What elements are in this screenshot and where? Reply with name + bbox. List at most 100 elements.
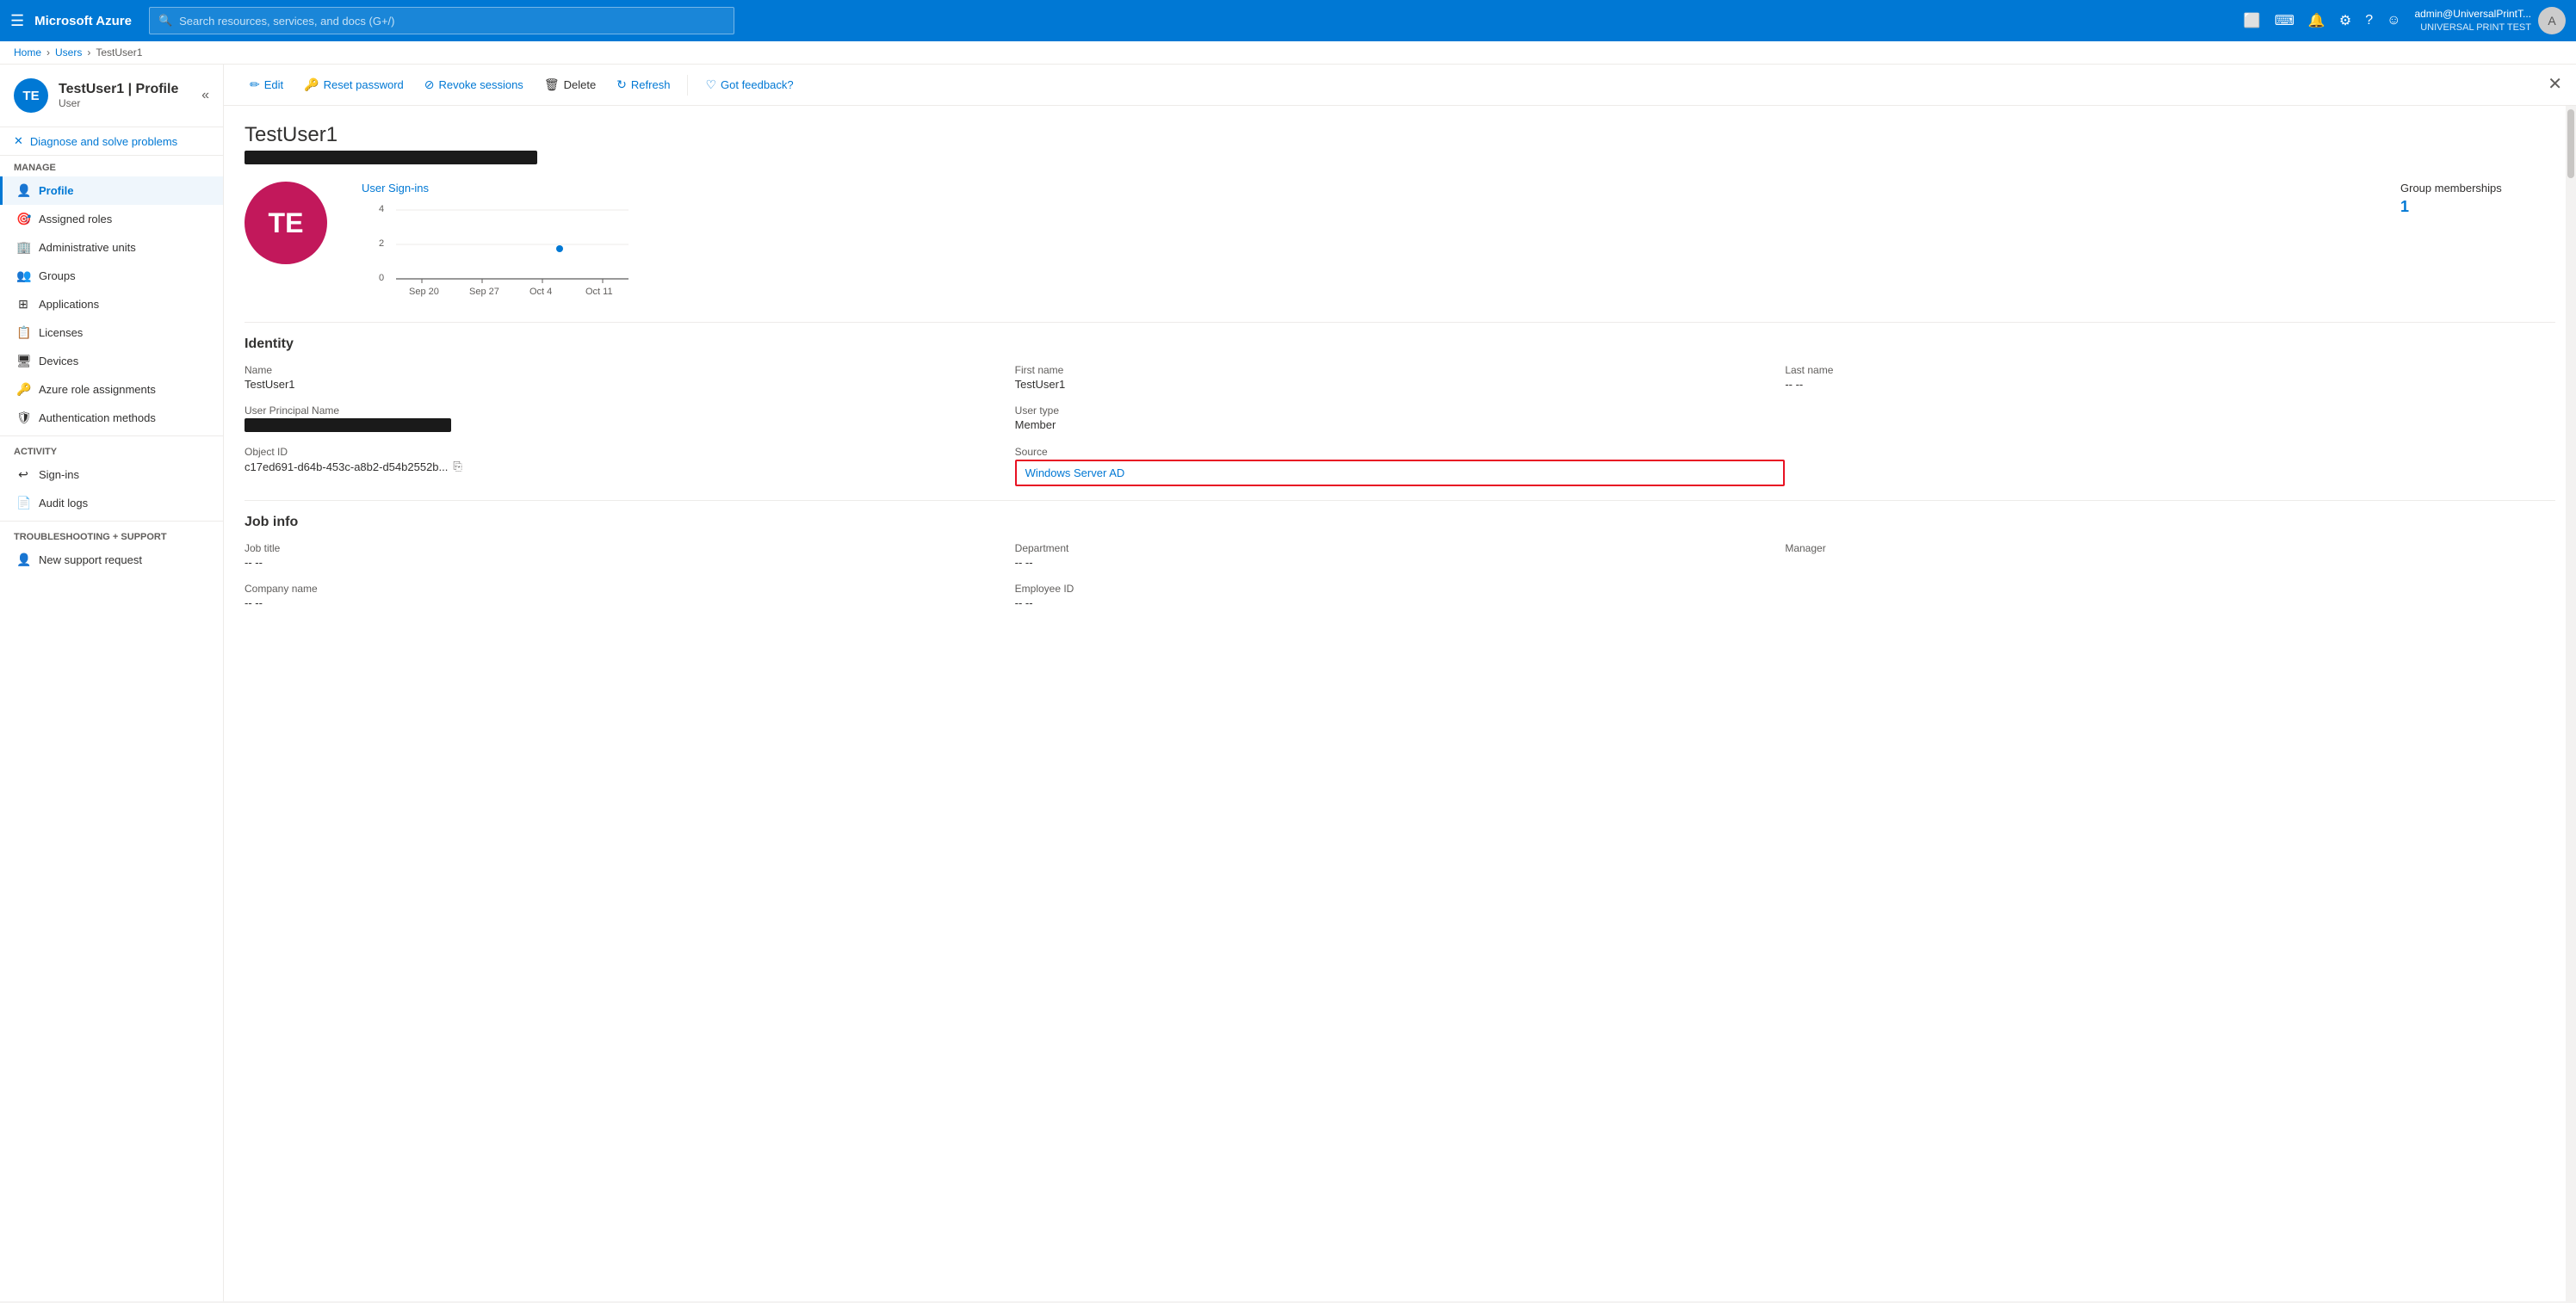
field-name: Name TestUser1 — [245, 364, 1015, 391]
diagnose-label: Diagnose and solve problems — [30, 135, 177, 148]
sidebar-label-applications: Applications — [39, 298, 99, 311]
help-icon[interactable]: ? — [2365, 13, 2373, 28]
sidebar-header: TE TestUser1 | Profile User « — [0, 65, 223, 127]
profile-avatar-large: TE — [245, 182, 327, 264]
toolbar: ✏ Edit 🔑 Reset password ⊘ Revoke session… — [224, 65, 2576, 106]
revoke-sessions-button[interactable]: ⊘ Revoke sessions — [416, 73, 532, 96]
field-empty-1 — [1785, 404, 2555, 432]
portal-icon[interactable]: ⬜ — [2244, 12, 2261, 29]
delete-icon: 🗑 — [544, 77, 560, 92]
sidebar-label-azure-role-assignments: Azure role assignments — [39, 383, 156, 396]
notification-icon[interactable]: 🔔 — [2308, 12, 2325, 29]
top-navigation: ☰ Microsoft Azure 🔍 ⬜ ⌨ 🔔 ⚙ ? ☺ admin@Un… — [0, 0, 2576, 41]
user-signins-chart-area: User Sign-ins 4 2 0 Sep 20 — [362, 182, 2366, 305]
sidebar-label-profile: Profile — [39, 184, 73, 197]
refresh-button[interactable]: ↻ Refresh — [608, 73, 678, 96]
collapse-sidebar-button[interactable]: « — [201, 88, 209, 103]
sidebar-label-assigned-roles: Assigned roles — [39, 213, 112, 225]
field-department: Department -- -- — [1015, 542, 1786, 569]
profile-icon: 👤 — [16, 183, 30, 198]
sidebar-label-licenses: Licenses — [39, 326, 83, 339]
sidebar-item-applications[interactable]: ⊞ Applications — [0, 290, 223, 318]
sidebar-item-authentication-methods[interactable]: 🛡Authentication methods — [0, 404, 223, 432]
sidebar-label-new-support-request: New support request — [39, 553, 142, 566]
content-area: TestUser1 TE User Sign-ins 4 2 0 — [224, 106, 2576, 1301]
sidebar-item-licenses[interactable]: 📋Licenses — [0, 318, 223, 347]
administrative-units-icon: 🏢 — [16, 240, 30, 255]
chart-container: 4 2 0 Sep 20 Sep 27 Oct 4 Oct 11 — [362, 201, 637, 305]
close-button[interactable]: ✕ — [2548, 73, 2562, 95]
main-content: ✏ Edit 🔑 Reset password ⊘ Revoke session… — [224, 65, 2576, 1301]
groups-icon: 👥 — [16, 269, 30, 283]
breadcrumb-home[interactable]: Home — [14, 46, 41, 59]
nav-icons: ⬜ ⌨ 🔔 ⚙ ? ☺ admin@UniversalPrintT... UNI… — [2244, 7, 2566, 34]
sidebar-item-profile[interactable]: 👤 Profile — [0, 176, 223, 205]
edit-button[interactable]: ✏ Edit — [241, 73, 292, 96]
edit-icon: ✏ — [250, 77, 260, 92]
sidebar-label-groups: Groups — [39, 269, 76, 282]
sidebar-item-sign-ins[interactable]: ↩Sign-ins — [0, 460, 223, 489]
heart-icon: ♡ — [705, 77, 716, 92]
field-last-name: Last name -- -- — [1785, 364, 2555, 391]
source-link[interactable]: Windows Server AD — [1025, 466, 1125, 479]
reset-password-button[interactable]: 🔑 Reset password — [295, 73, 412, 96]
ban-icon: ⊘ — [424, 77, 435, 92]
group-memberships-value[interactable]: 1 — [2400, 198, 2555, 216]
feedback-button[interactable]: ♡ Got feedback? — [697, 73, 802, 96]
breadcrumb-users[interactable]: Users — [55, 46, 82, 59]
sidebar-item-diagnose[interactable]: ✕ Diagnose and solve problems — [0, 127, 223, 156]
activity-section-label: Activity — [0, 440, 223, 460]
username-display: admin@UniversalPrintT... UNIVERSAL PRINT… — [2414, 8, 2531, 34]
sidebar-label-authentication-methods: Authentication methods — [39, 411, 156, 424]
toolbar-divider — [687, 75, 688, 96]
profile-top-section: TE User Sign-ins 4 2 0 — [245, 182, 2555, 305]
chart-title: User Sign-ins — [362, 182, 2366, 195]
new-support-request-icon: 👤 — [16, 553, 30, 567]
applications-icon: ⊞ — [16, 297, 30, 312]
field-empty-2 — [1785, 446, 2555, 486]
sidebar-item-administrative-units[interactable]: 🏢Administrative units — [0, 233, 223, 262]
refresh-icon: ↻ — [616, 77, 627, 92]
search-input[interactable] — [179, 15, 725, 28]
feedback-icon[interactable]: ☺ — [2387, 13, 2400, 28]
job-info-grid: Job title -- -- Department -- -- Manager… — [245, 542, 2555, 609]
breadcrumb-sep2: › — [87, 46, 90, 59]
sidebar-user-avatar: TE — [14, 78, 48, 113]
field-employee-id: Employee ID -- -- — [1015, 583, 1786, 609]
sidebar-title-block: TestUser1 | Profile User — [59, 82, 178, 109]
sidebar-divider-activity — [0, 435, 223, 436]
sidebar-item-devices[interactable]: 🖥Devices — [0, 347, 223, 375]
page-title: TestUser1 — [245, 123, 2555, 147]
field-empty-3 — [1785, 583, 2555, 609]
divider-identity — [245, 322, 2555, 323]
key-icon: 🔑 — [304, 77, 319, 92]
sidebar-item-azure-role-assignments[interactable]: 🔑Azure role assignments — [0, 375, 223, 404]
source-box: Windows Server AD — [1015, 460, 1786, 486]
svg-text:2: 2 — [379, 238, 384, 249]
field-job-title: Job title -- -- — [245, 542, 1015, 569]
delete-button[interactable]: 🗑 Delete — [536, 73, 604, 96]
identity-grid: Name TestUser1 First name TestUser1 Last… — [245, 364, 2555, 486]
search-bar[interactable]: 🔍 — [149, 7, 734, 34]
hamburger-menu[interactable]: ☰ — [10, 12, 24, 30]
group-memberships-label: Group memberships — [2400, 182, 2555, 195]
sidebar-item-audit-logs[interactable]: 📄Audit logs — [0, 489, 223, 517]
sidebar-item-groups[interactable]: 👥 Groups — [0, 262, 223, 290]
sidebar: TE TestUser1 | Profile User « ✕ Diagnose… — [0, 65, 224, 1301]
settings-icon[interactable]: ⚙ — [2339, 12, 2351, 29]
cloud-shell-icon[interactable]: ⌨ — [2275, 12, 2294, 29]
brand-logo: Microsoft Azure — [34, 14, 132, 28]
copy-object-id-button[interactable]: ⎘ — [453, 460, 461, 473]
field-object-id: Object ID c17ed691-d64b-453c-a8b2-d54b25… — [245, 446, 1015, 486]
field-upn: User Principal Name — [245, 404, 1015, 432]
sidebar-troubleshooting-section: 👤 New support request — [0, 546, 223, 574]
user-profile[interactable]: admin@UniversalPrintT... UNIVERSAL PRINT… — [2414, 7, 2566, 34]
group-memberships-section: Group memberships 1 — [2400, 182, 2555, 216]
sidebar-item-new-support-request[interactable]: 👤 New support request — [0, 546, 223, 574]
avatar[interactable]: A — [2538, 7, 2566, 34]
field-user-type: User type Member — [1015, 404, 1786, 432]
sidebar-divider-troubleshooting — [0, 521, 223, 522]
sidebar-item-assigned-roles[interactable]: 🎯Assigned roles — [0, 205, 223, 233]
sidebar-label-devices: Devices — [39, 355, 78, 367]
svg-text:Oct 11: Oct 11 — [585, 287, 613, 297]
